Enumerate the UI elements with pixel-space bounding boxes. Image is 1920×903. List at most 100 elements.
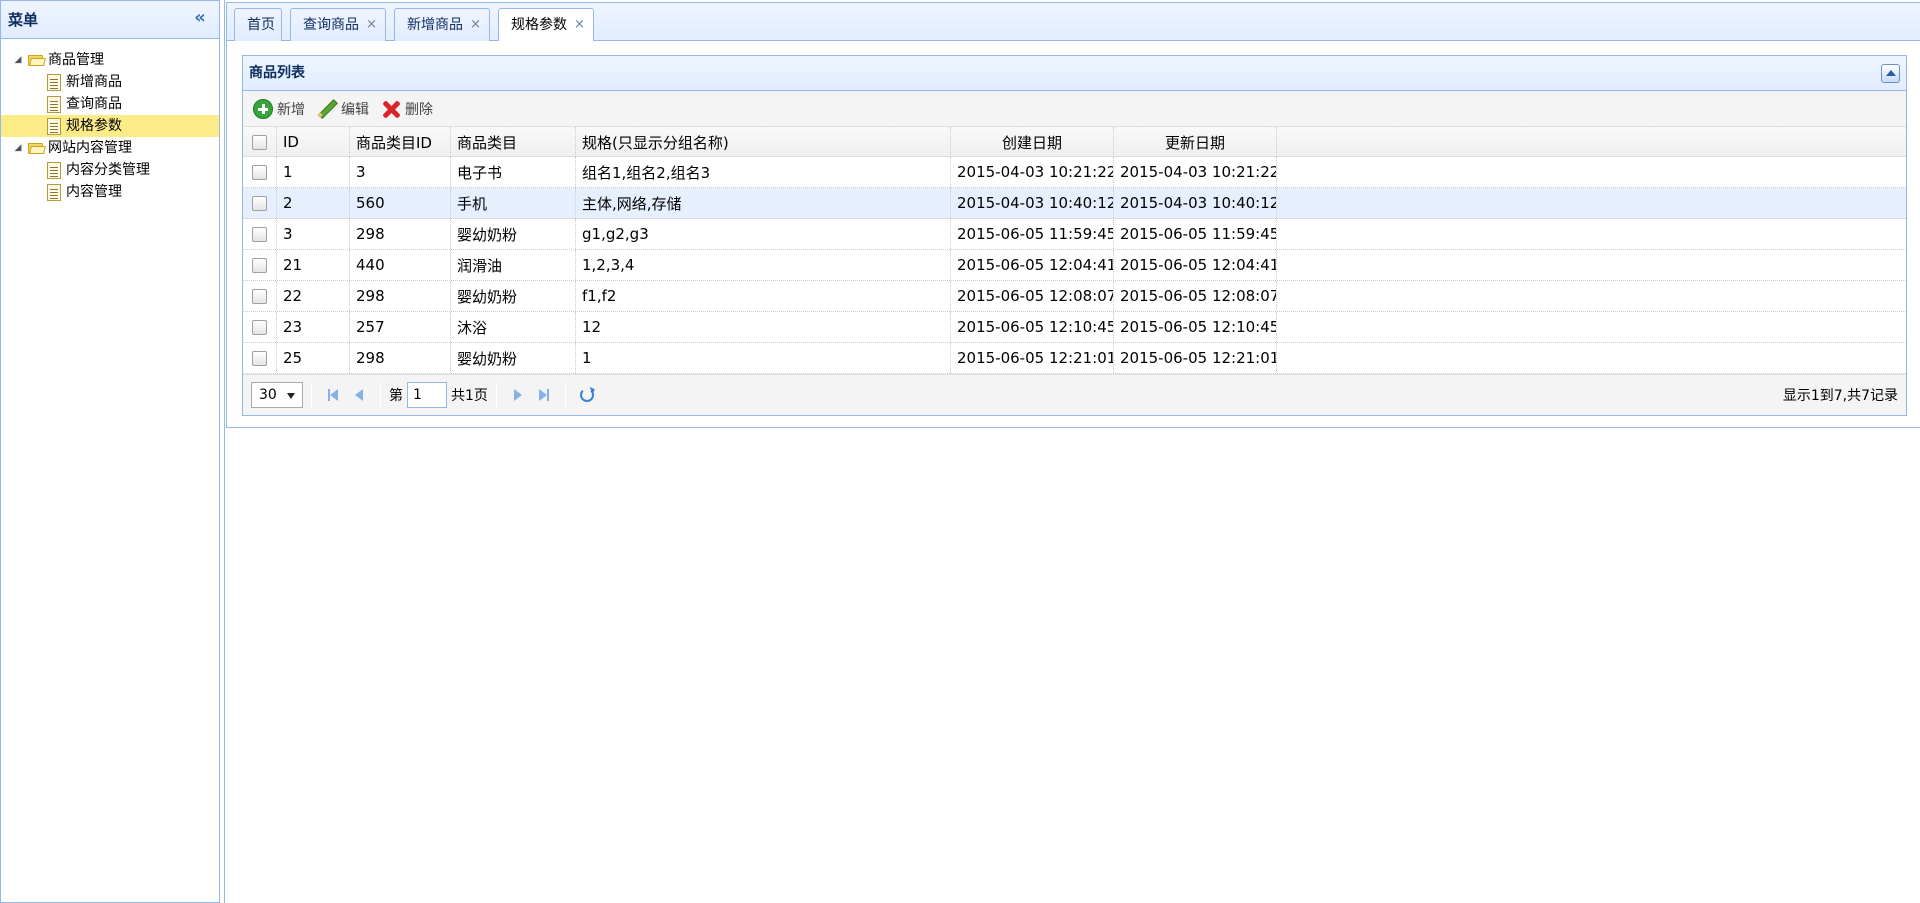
tab-query-product[interactable]: 查询商品 × bbox=[290, 8, 386, 41]
table-row[interactable]: 21 440 润滑油 1,2,3,4 2015-06-05 12:04:41 2015-0… bbox=[243, 250, 1906, 281]
row-checkbox[interactable] bbox=[252, 195, 267, 211]
page-number-input[interactable] bbox=[407, 382, 447, 408]
table-row[interactable]: 23 257 沐浴 12 2015-06-05 12:10:45 2015-06-05 1… bbox=[243, 312, 1906, 343]
table-row[interactable]: 25 298 婴幼奶粉 1 2015-06-05 12:21:01 2015-06-05 … bbox=[243, 343, 1906, 374]
tree-node-add-product[interactable]: 新增商品 bbox=[1, 71, 219, 93]
chevron-down-icon bbox=[287, 393, 295, 399]
column-header-updated[interactable]: 更新日期 bbox=[1114, 127, 1277, 157]
cell-id: 1 bbox=[277, 157, 350, 187]
refresh-button[interactable] bbox=[574, 382, 600, 408]
delete-button[interactable]: 删除 bbox=[379, 95, 439, 123]
cell-id: 2 bbox=[277, 188, 350, 218]
tree-node-content-category[interactable]: 内容分类管理 bbox=[1, 159, 219, 181]
file-icon bbox=[47, 73, 61, 91]
cell-created: 2015-06-05 12:08:07 bbox=[951, 281, 1114, 311]
cell-updated: 2015-06-05 12:21:01 bbox=[1114, 343, 1277, 373]
cell-category-id: 298 bbox=[350, 343, 451, 373]
cell-spec: g1,g2,g3 bbox=[576, 219, 951, 249]
delete-button-label: 删除 bbox=[405, 101, 433, 118]
pager-separator bbox=[380, 382, 381, 408]
cell-id: 25 bbox=[277, 343, 350, 373]
row-checkbox[interactable] bbox=[252, 164, 267, 180]
cell-category: 婴幼奶粉 bbox=[451, 281, 576, 311]
menu-title: 菜单 bbox=[8, 11, 39, 29]
cell-category: 婴幼奶粉 bbox=[451, 343, 576, 373]
first-page-button[interactable] bbox=[320, 382, 346, 408]
pagination-info: 显示1到7,共7记录 bbox=[1782, 388, 1898, 404]
cell-spec: 组名1,组名2,组名3 bbox=[576, 157, 951, 187]
cell-category-id: 440 bbox=[350, 250, 451, 280]
edit-button-label: 编辑 bbox=[341, 101, 369, 118]
prev-page-button[interactable] bbox=[346, 382, 372, 408]
column-header-spec[interactable]: 规格(只显示分组名称) bbox=[576, 127, 951, 157]
cell-category: 润滑油 bbox=[451, 250, 576, 280]
file-icon bbox=[47, 183, 61, 201]
cell-category-id: 560 bbox=[350, 188, 451, 218]
tree-node-content-management[interactable]: 内容管理 bbox=[1, 181, 219, 203]
tab-home[interactable]: 首页 bbox=[234, 8, 282, 41]
row-checkbox-cell bbox=[243, 281, 277, 311]
tree-expand-icon[interactable]: ◢ bbox=[9, 51, 27, 69]
edit-button[interactable]: 编辑 bbox=[315, 95, 375, 123]
collapse-panel-icon[interactable] bbox=[1881, 64, 1900, 83]
column-header-category-id[interactable]: 商品类目ID bbox=[350, 127, 451, 157]
product-list-panel: 商品列表 新增 编辑 删除 ID 商品类目ID 商品类目 规格(只显示分组名称)… bbox=[242, 55, 1907, 416]
table-row[interactable]: 1 3 电子书 组名1,组名2,组名3 2015-04-03 10:21:22 2015-… bbox=[243, 157, 1906, 188]
collapse-menu-icon[interactable]: « bbox=[191, 9, 209, 28]
pencil-icon bbox=[317, 99, 337, 119]
tree-node-label: 新增商品 bbox=[66, 74, 122, 90]
cell-created: 2015-04-03 10:40:12 bbox=[951, 188, 1114, 218]
row-checkbox[interactable] bbox=[252, 288, 267, 304]
table-row[interactable]: 22 298 婴幼奶粉 f1,f2 2015-06-05 12:08:07 2015-06… bbox=[243, 281, 1906, 312]
page-size-value: 30 bbox=[259, 387, 277, 403]
last-page-button[interactable] bbox=[531, 382, 557, 408]
tab-close-icon[interactable]: × bbox=[574, 9, 585, 41]
last-page-icon bbox=[538, 389, 547, 401]
add-button[interactable]: 新增 bbox=[251, 95, 311, 123]
tree-node-site-content-management[interactable]: ◢ 网站内容管理 bbox=[1, 137, 219, 159]
cell-category-id: 257 bbox=[350, 312, 451, 342]
cell-category: 婴幼奶粉 bbox=[451, 219, 576, 249]
page-prefix: 第 bbox=[389, 388, 403, 404]
next-page-button[interactable] bbox=[505, 382, 531, 408]
row-checkbox-cell bbox=[243, 312, 277, 342]
cell-spec: 1 bbox=[576, 343, 951, 373]
cell-id: 3 bbox=[277, 219, 350, 249]
tab-close-icon[interactable]: × bbox=[366, 9, 377, 41]
row-checkbox[interactable] bbox=[252, 319, 267, 335]
cell-category-id: 298 bbox=[350, 281, 451, 311]
tree-expand-icon[interactable]: ◢ bbox=[9, 139, 27, 157]
tab-close-icon[interactable]: × bbox=[470, 9, 481, 41]
tab-spec-params[interactable]: 规格参数 × bbox=[498, 8, 594, 42]
tab-label: 规格参数 bbox=[511, 17, 567, 33]
panel-title: 商品列表 bbox=[249, 65, 305, 81]
tree-node-product-management[interactable]: ◢ 商品管理 bbox=[1, 49, 219, 71]
file-icon bbox=[47, 161, 61, 179]
file-icon bbox=[47, 117, 61, 135]
table-row[interactable]: 2 560 手机 主体,网络,存储 2015-04-03 10:40:12 2015-04… bbox=[243, 188, 1906, 219]
tab-label: 首页 bbox=[247, 17, 275, 33]
prev-page-icon bbox=[355, 389, 363, 401]
cell-updated: 2015-04-03 10:40:12 bbox=[1114, 188, 1277, 218]
delete-x-icon bbox=[381, 99, 401, 119]
tab-add-product[interactable]: 新增商品 × bbox=[394, 8, 490, 41]
column-header-created[interactable]: 创建日期 bbox=[951, 127, 1114, 157]
cell-created: 2015-06-05 12:21:01 bbox=[951, 343, 1114, 373]
column-header-category[interactable]: 商品类目 bbox=[451, 127, 576, 157]
pager-separator bbox=[311, 382, 312, 408]
cell-category: 电子书 bbox=[451, 157, 576, 187]
row-checkbox[interactable] bbox=[252, 226, 267, 242]
tree-node-query-product[interactable]: 查询商品 bbox=[1, 93, 219, 115]
column-header-id[interactable]: ID bbox=[277, 127, 350, 157]
row-checkbox[interactable] bbox=[252, 257, 267, 273]
tree-node-label: 商品管理 bbox=[48, 52, 104, 68]
cell-category-id: 298 bbox=[350, 219, 451, 249]
row-checkbox[interactable] bbox=[252, 350, 267, 366]
cell-category: 沐浴 bbox=[451, 312, 576, 342]
page-size-select[interactable]: 30 bbox=[251, 382, 303, 408]
table-row[interactable]: 3 298 婴幼奶粉 g1,g2,g3 2015-06-05 11:59:45 2015-… bbox=[243, 219, 1906, 250]
select-all-checkbox[interactable] bbox=[252, 134, 267, 150]
tree-node-spec-params[interactable]: 规格参数 bbox=[1, 115, 219, 137]
cell-spec: 12 bbox=[576, 312, 951, 342]
cell-updated: 2015-06-05 11:59:45 bbox=[1114, 219, 1277, 249]
